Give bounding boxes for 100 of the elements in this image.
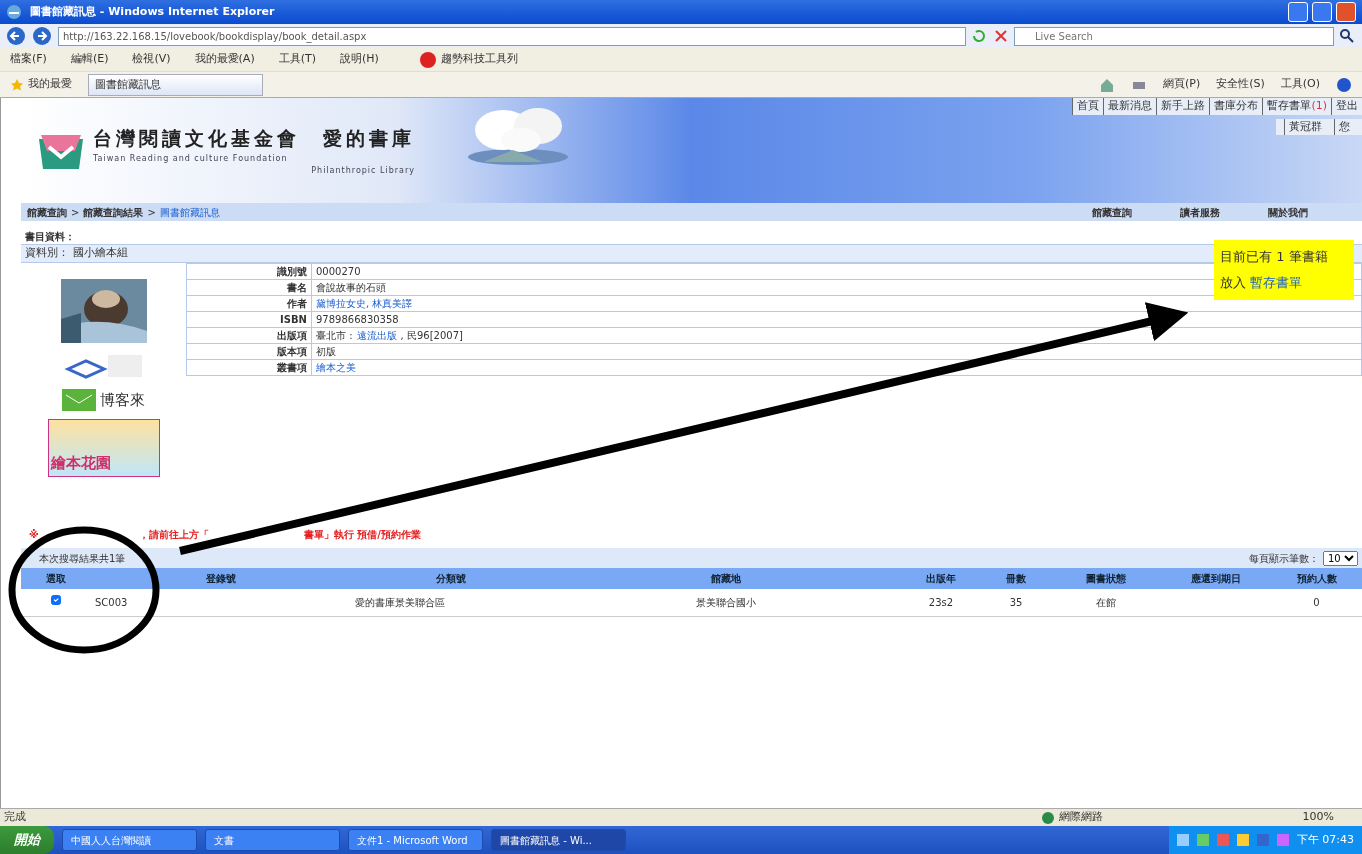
field-label: ISBN — [186, 311, 312, 327]
field-label: 版本項 — [186, 343, 312, 359]
banner-text: 繪本花園 — [50, 452, 111, 474]
breadcrumb-separator: > — [147, 205, 156, 220]
back-button[interactable] — [6, 26, 28, 46]
table-cell: 景美聯合國小 — [696, 597, 756, 608]
field-label: 識別號 — [186, 263, 312, 279]
command-menu[interactable]: 工具(O) — [1280, 76, 1320, 93]
column-header: 圖書狀態 — [1051, 568, 1161, 589]
top-link[interactable]: 最新消息 — [1103, 98, 1157, 115]
status-text: 完成 — [4, 809, 26, 826]
minimize-button[interactable] — [1288, 2, 1308, 22]
addon-icon — [418, 50, 437, 69]
field-label: 叢書項 — [186, 359, 312, 375]
table-cell: SC003 — [95, 597, 128, 608]
field-label: 書名 — [186, 279, 312, 295]
site-title: 台灣閱讀文化基金會 愛的書庫 — [93, 126, 415, 152]
field-value: 初版 — [316, 345, 336, 357]
top-link[interactable]: 暫存書單(1) — [1262, 98, 1331, 115]
menu-item[interactable]: 說明(H) — [340, 51, 379, 68]
taskbar-button[interactable]: 文書 — [205, 829, 340, 851]
field-value: 9789866830358 — [316, 313, 399, 325]
warning-text: 書單」執行 預借/預約作業 — [303, 528, 421, 542]
refresh-icon[interactable] — [970, 27, 988, 45]
top-link[interactable]: 登出 — [1331, 98, 1362, 115]
zone-text: 網際網路 — [1058, 809, 1103, 826]
maximize-button[interactable] — [1312, 2, 1332, 22]
star-icon — [10, 77, 24, 92]
table-cell: 23s2 — [928, 597, 954, 608]
nav-link[interactable]: 館藏查詢 — [1092, 204, 1132, 220]
menu-item[interactable]: 工具(T) — [278, 51, 316, 68]
field-label: 資料別： — [25, 245, 69, 261]
menu-item[interactable]: 檔案(F) — [10, 51, 47, 68]
warning-text: ，請前往上方「 — [138, 528, 209, 542]
close-button[interactable] — [1336, 2, 1356, 22]
home-icon[interactable] — [1098, 76, 1115, 93]
picture-book-garden-banner[interactable]: 繪本花園 — [47, 419, 160, 477]
taskbar-button[interactable]: 文件1 - Microsoft Word — [348, 829, 483, 851]
breadcrumb-link[interactable]: 圖書館藏訊息 — [159, 204, 220, 220]
bookstore-icon[interactable] — [62, 388, 96, 411]
column-header: 冊數 — [981, 568, 1051, 589]
zoom-control[interactable]: 100% — [1302, 809, 1334, 826]
field-value: 國小繪本組 — [73, 245, 128, 261]
command-menu[interactable]: 網頁(P) — [1162, 76, 1201, 93]
result-count: 本次搜尋結果共1筆 — [38, 551, 126, 566]
column-header: 登錄號 — [91, 568, 351, 589]
breadcrumb-separator: > — [71, 205, 80, 220]
notice-text: 放入 — [1220, 274, 1246, 292]
table-cell: 0 — [1313, 597, 1320, 608]
address-field[interactable]: http://163.22.168.15/lovebook/bookdisplay/book_detail.aspx — [58, 26, 966, 46]
table-cell: 愛的書庫景美聯合區 — [355, 597, 445, 608]
row-checkbox[interactable] — [51, 595, 61, 605]
clock: 下午 07:43 — [1296, 831, 1354, 848]
table-cell: 在館 — [1096, 597, 1116, 608]
top-link[interactable]: 首頁 — [1072, 98, 1104, 115]
column-header: 分類號 — [351, 568, 551, 589]
tray-icon[interactable] — [1176, 834, 1189, 846]
search-field[interactable]: Live Search — [1014, 26, 1334, 46]
table-cell: 35 — [1009, 597, 1023, 608]
page-size-select[interactable]: 10 — [1323, 550, 1358, 566]
field-value: 0000270 — [316, 265, 361, 277]
site-subtitle: Taiwan Reading and culture Foundation — [93, 152, 289, 165]
search-icon[interactable] — [1338, 27, 1356, 45]
globe-icon — [1040, 810, 1055, 825]
notice-text: 目前已有 1 筆書籍 — [1220, 248, 1329, 266]
browser-icon — [6, 4, 22, 20]
column-header: 選取 — [21, 568, 91, 589]
field-label: 每頁顯示筆數： — [1249, 551, 1319, 566]
column-header: 預約人數 — [1271, 568, 1362, 589]
tray-icon[interactable] — [1236, 834, 1249, 846]
browser-tab[interactable]: 圖書館藏訊息 — [88, 73, 263, 96]
breadcrumb-link[interactable]: 館藏查詢結果 — [83, 204, 144, 220]
taskbar-button[interactable]: 中國人人台灣閱讀 — [62, 829, 197, 851]
field-value: 會說故事的石頭 — [316, 281, 386, 293]
breadcrumb-link[interactable]: 館藏查詢 — [27, 204, 67, 220]
taskbar-button[interactable]: 圖書館藏訊息 - Wi... — [491, 829, 626, 851]
warning-text: ※ — [29, 528, 39, 542]
menu-item[interactable]: 檢視(V) — [132, 51, 171, 68]
site-subtitle: Philanthropic Library — [310, 164, 415, 177]
nav-link[interactable]: 關於我們 — [1268, 204, 1308, 220]
menu-item[interactable]: 我的最愛(A) — [194, 51, 255, 68]
favorites-button[interactable]: 我的最愛 — [28, 76, 72, 93]
forward-button[interactable] — [32, 26, 54, 46]
menu-item[interactable]: 編輯(E) — [70, 51, 109, 68]
top-link[interactable]: 新手上路 — [1156, 98, 1210, 115]
toolbar-addon[interactable]: 趨勢科技工具列 — [440, 51, 518, 68]
column-header: 應還到期日 — [1161, 568, 1271, 589]
cart-link[interactable]: 暫存書單 — [1250, 270, 1302, 296]
greeting-text: 您 — [1334, 118, 1354, 135]
column-header: 館藏地 — [551, 568, 901, 589]
user-name: 黃冠群 — [1284, 118, 1326, 135]
field-label: 作者 — [186, 295, 312, 311]
start-button[interactable]: 開始 — [0, 826, 54, 854]
column-header: 出版年 — [901, 568, 981, 589]
section-heading: 書目資料： — [24, 230, 76, 244]
nav-link[interactable]: 讀者服務 — [1180, 204, 1220, 220]
bookstore-link[interactable]: 博客來 — [100, 388, 145, 411]
field-label: 出版項 — [186, 327, 312, 343]
top-link[interactable]: 書庫分布 — [1209, 98, 1263, 115]
command-menu[interactable]: 安全性(S) — [1216, 76, 1265, 93]
